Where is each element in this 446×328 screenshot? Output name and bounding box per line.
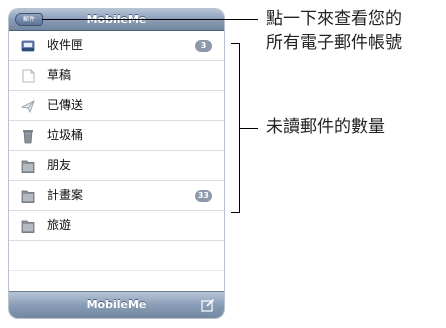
mailbox-label: 草稿 xyxy=(47,68,72,82)
mailbox-label: 旅遊 xyxy=(47,218,72,232)
folder-icon xyxy=(21,220,35,233)
back-button[interactable]: 郵件 xyxy=(15,13,43,26)
mailbox-label: 朋友 xyxy=(47,158,72,172)
callout-bracket-bottom xyxy=(231,212,240,213)
callout-line-unread xyxy=(240,128,258,129)
folder-icon xyxy=(21,190,35,203)
mailbox-row-trash[interactable]: 垃圾桶 xyxy=(9,121,224,151)
mailbox-row-inbox[interactable]: 收件匣 3 xyxy=(9,31,224,61)
compose-icon[interactable] xyxy=(201,298,215,312)
empty-row xyxy=(9,241,224,271)
callout-accounts-line2: 所有電子郵件帳號 xyxy=(266,33,402,53)
mailbox-list: 收件匣 3 草稿 已傳送 垃圾桶 朋友 計畫案 33 旅遊 xyxy=(9,31,224,301)
inbox-icon xyxy=(21,40,35,52)
phone-screen: MobileMe 郵件 收件匣 3 草稿 已傳送 垃圾桶 朋友 計畫案 33 旅… xyxy=(9,9,224,318)
drafts-icon xyxy=(22,69,35,83)
toolbar-title: MobileMe xyxy=(86,298,147,311)
callout-unread: 未讀郵件的數量 xyxy=(266,117,385,137)
mailbox-label: 垃圾桶 xyxy=(47,128,84,142)
mailbox-label: 已傳送 xyxy=(47,98,84,112)
callout-accounts-line1: 點一下來查看您的 xyxy=(266,9,402,29)
callout-line-accounts xyxy=(42,19,258,20)
bottom-toolbar: MobileMe xyxy=(9,291,224,318)
trash-icon xyxy=(23,130,33,144)
mailbox-row-sent[interactable]: 已傳送 xyxy=(9,91,224,121)
mailbox-row-friends[interactable]: 朋友 xyxy=(9,151,224,181)
sent-icon xyxy=(20,100,35,114)
mailbox-label: 計畫案 xyxy=(47,188,84,202)
mailbox-row-drafts[interactable]: 草稿 xyxy=(9,61,224,91)
unread-count-badge: 33 xyxy=(194,190,212,202)
unread-count-badge: 3 xyxy=(195,40,212,52)
navigation-bar: MobileMe 郵件 xyxy=(9,9,224,31)
mailbox-row-projects[interactable]: 計畫案 33 xyxy=(9,181,224,211)
mailbox-label: 收件匣 xyxy=(47,38,84,52)
folder-icon xyxy=(21,160,35,173)
mailbox-row-travel[interactable]: 旅遊 xyxy=(9,211,224,241)
